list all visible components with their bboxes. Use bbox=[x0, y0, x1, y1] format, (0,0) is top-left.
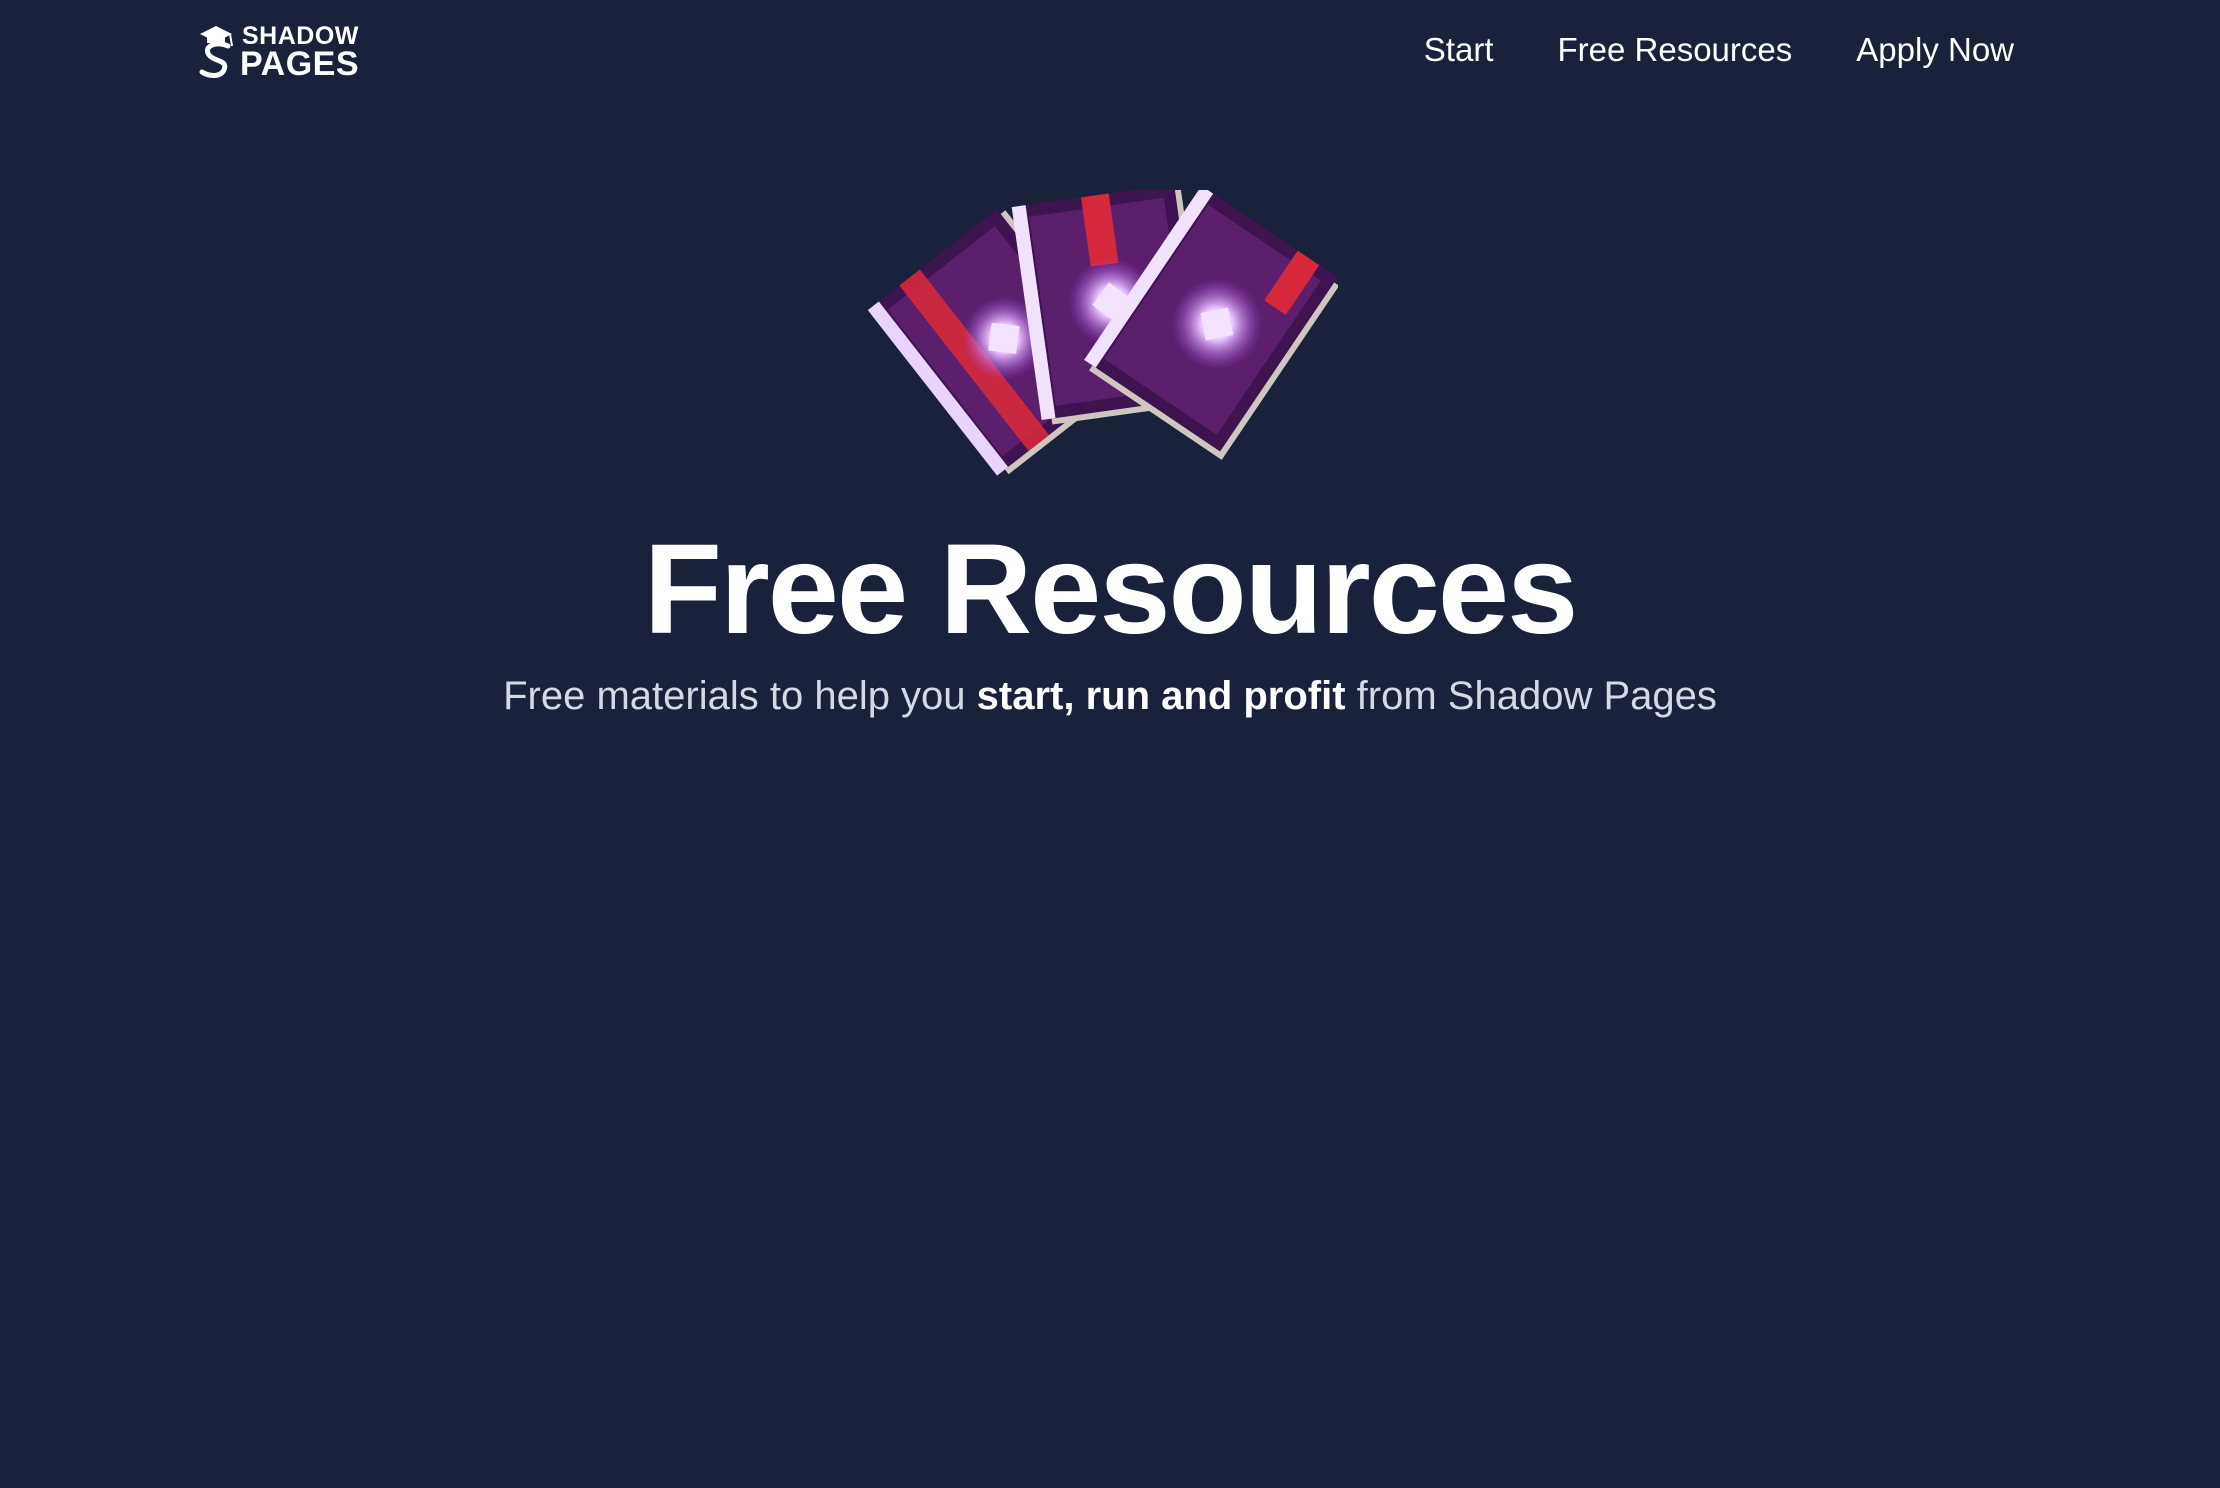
hero-subtitle: Free materials to help you start, run an… bbox=[500, 668, 1720, 725]
nav-link-apply-now[interactable]: Apply Now bbox=[1856, 27, 2014, 73]
enchanted-books-icon bbox=[868, 190, 1338, 476]
page-title: Free Resources bbox=[643, 518, 1579, 661]
logo-text-pages: PAGES bbox=[240, 45, 360, 83]
logo-mark-icon bbox=[199, 26, 233, 78]
nav-link-start[interactable]: Start bbox=[1424, 27, 1494, 73]
nav-link-free-resources[interactable]: Free Resources bbox=[1558, 27, 1793, 73]
hero-subtitle-text-end: from Shadow Pages bbox=[1345, 674, 1717, 718]
top-navigation: SHADOW PAGES Start Free Resources Apply … bbox=[0, 0, 2220, 100]
hero-subtitle-emphasis: start, run and profit bbox=[976, 674, 1346, 718]
shadow-pages-logo[interactable]: SHADOW PAGES bbox=[194, 20, 384, 82]
main-nav: Start Free Resources Apply Now bbox=[1424, 27, 2014, 73]
hero-subtitle-text: Free materials to help you bbox=[503, 674, 977, 718]
